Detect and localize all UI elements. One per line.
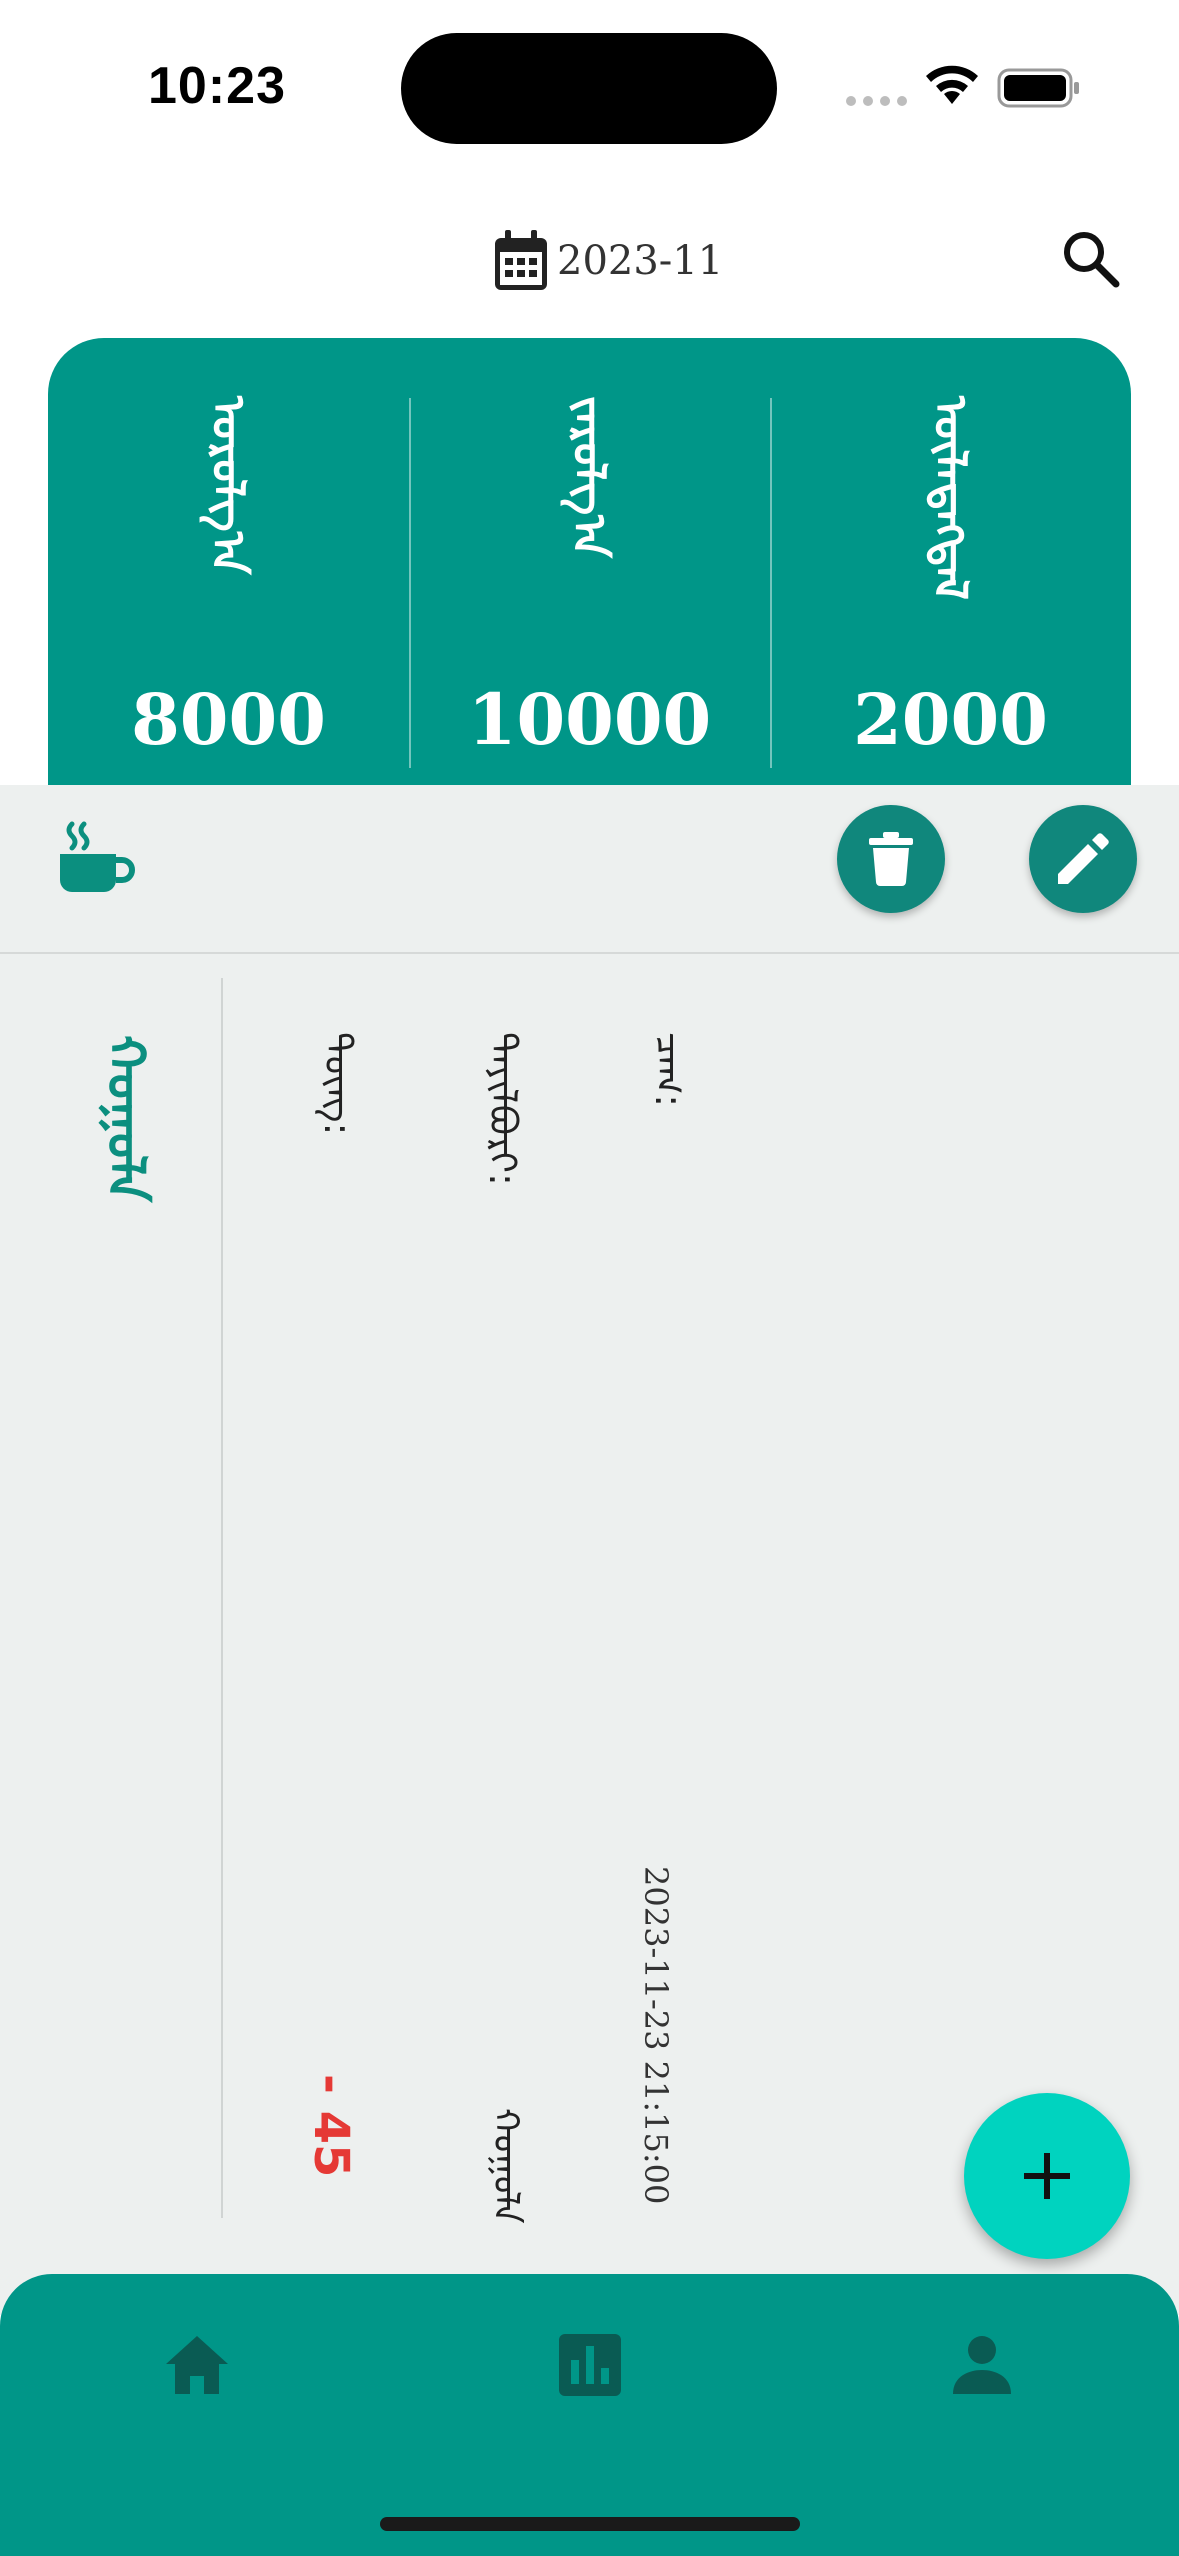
- current-month: 2023-11: [557, 238, 724, 284]
- pencil-icon: [1058, 833, 1109, 884]
- summary-income: ᠣᠷᠣᠯᠭ᠎ᠠ 8000: [48, 338, 409, 798]
- summary-label: ᠣᠷᠣᠯᠭ᠎ᠠ: [201, 396, 256, 575]
- add-record-button[interactable]: [964, 2093, 1130, 2259]
- plus-icon: [1024, 2153, 1070, 2199]
- signal-icon: [846, 96, 907, 106]
- calendar-icon: [495, 230, 547, 290]
- wifi-icon: [926, 65, 978, 104]
- record-category: ᠬᠣᠭᠣᠯᠠ: [95, 1035, 155, 1203]
- delete-button[interactable]: [837, 805, 945, 913]
- summary-label: ᠦᠯᠡᠳᠡᠭᠳᠡᠯ: [923, 396, 978, 601]
- battery-icon: [997, 68, 1079, 108]
- time-label: ᠴᠠᠭ:: [647, 1032, 691, 1108]
- summary-label: ᠵᠠᠷᠤᠯᠭ᠎ᠠ: [562, 396, 617, 558]
- amount-label: ᠳᠦᠩ:: [316, 1032, 360, 1136]
- cup-icon: [60, 821, 135, 892]
- edit-button[interactable]: [1029, 805, 1137, 913]
- person-icon[interactable]: [947, 2330, 1017, 2400]
- summary-value: 2000: [853, 678, 1048, 761]
- month-picker-button[interactable]: 2023-11: [493, 230, 723, 292]
- summary-expense: ᠵᠠᠷᠤᠯᠭ᠎ᠠ 10000: [409, 338, 770, 798]
- summary-value: 10000: [467, 678, 712, 761]
- divider: [221, 978, 223, 2218]
- home-indicator: [380, 2517, 800, 2531]
- record-note: ᠬᠣᠭᠣᠯᠠ: [485, 2108, 526, 2224]
- note-label: ᠲᠠᠶᠢᠯᠪᠤᠷᠢ:: [481, 1032, 525, 1186]
- trash-icon: [869, 832, 913, 886]
- dynamic-island: [401, 33, 777, 144]
- divider: [0, 952, 1179, 954]
- search-icon[interactable]: [1060, 228, 1122, 290]
- bottom-nav: [0, 2274, 1179, 2556]
- record-amount: - 45: [303, 2074, 359, 2178]
- summary-balance: ᠦᠯᠡᠳᠡᠭᠳᠡᠯ 2000: [770, 338, 1131, 798]
- chart-icon[interactable]: [555, 2330, 625, 2400]
- summary-card: ᠣᠷᠣᠯᠭ᠎ᠠ 8000 ᠵᠠᠷᠤᠯᠭ᠎ᠠ 10000 ᠦᠯᠡᠳᠡᠭᠳᠡᠯ 20…: [48, 338, 1131, 798]
- status-time: 10:23: [148, 57, 286, 115]
- home-icon[interactable]: [162, 2330, 232, 2400]
- record-datetime: 2023-11-23 21:15:00: [637, 1866, 675, 2205]
- summary-value: 8000: [131, 678, 326, 761]
- record-detail-panel: [0, 785, 1179, 2315]
